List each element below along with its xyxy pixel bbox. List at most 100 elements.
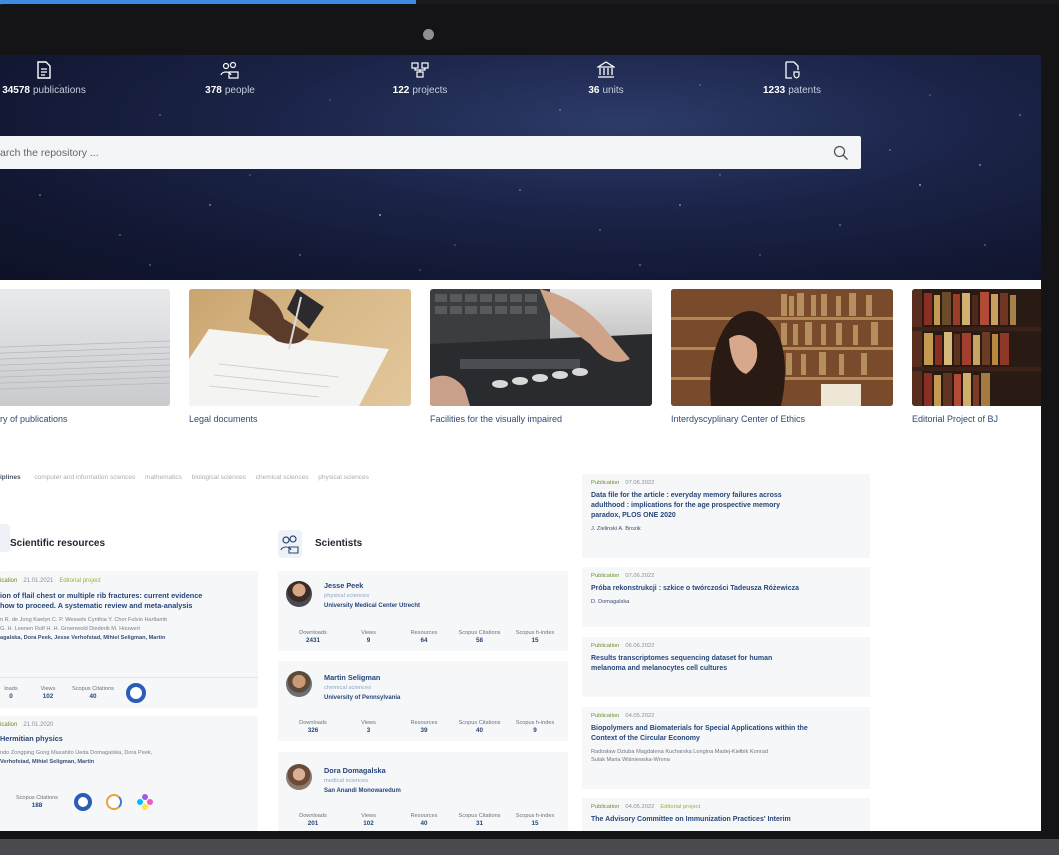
stat-value: 1233 <box>762 85 786 96</box>
scientist-name[interactable]: Dora Domagalska <box>324 766 386 775</box>
author-line: Verhofstad, Mihiel Seligman, Martin <box>0 758 152 767</box>
stat-downloads: Downloads 201 <box>299 813 327 827</box>
resource-title[interactable]: ion of flail chest or multiple rib fract… <box>0 591 202 611</box>
feed-item[interactable]: Publication 06.06.2022 Results transcript… <box>582 637 870 697</box>
stat-downloads: Downloads 2431 <box>299 630 327 644</box>
dimensions-badge-icon[interactable] <box>106 794 122 810</box>
stat-projects[interactable]: 122 projects <box>380 61 460 96</box>
stat-views: Views 102 <box>361 813 376 827</box>
document-icon <box>37 61 51 79</box>
feed-title[interactable]: Próba rekonstrukcji : szkice o twórczośc… <box>591 584 861 594</box>
stat-label: projects <box>412 85 448 96</box>
resource-tag: Editorial project <box>59 578 101 584</box>
scientist-card[interactable]: Dora Domagalska medical sciences San Ana… <box>278 752 568 831</box>
stat-scopus: Scopus Citations 40 <box>72 686 114 700</box>
stat-value: 34578 <box>2 85 30 96</box>
feed-meta: Publication 07.06.2022 <box>591 573 655 579</box>
resource-title[interactable]: Hermitian physics <box>0 734 63 744</box>
scientist-name[interactable]: Jesse Peek <box>324 581 363 590</box>
author-links[interactable]: agalska, Dora Peek, Jesse Verhofstad, Mi… <box>0 635 165 641</box>
braille-keyboard-image <box>430 289 652 406</box>
title-line: how to proceed. A systematic review and … <box>0 601 193 610</box>
stat-scopus-hindex: Scopus h-index 15 <box>515 630 555 644</box>
scientist-unit[interactable]: San Anandi Monowaredum <box>324 788 401 794</box>
search-input[interactable] <box>0 136 810 169</box>
plumx-badge-icon[interactable] <box>136 793 154 811</box>
webcam-dot <box>423 29 434 40</box>
altmetric-badge-icon[interactable] <box>74 793 92 811</box>
stat-patents[interactable]: 1233 patents <box>752 61 832 96</box>
stat-resources: Resources 39 <box>410 720 438 734</box>
projects-icon <box>411 62 429 78</box>
scientists-icon <box>278 530 302 558</box>
author-line: agalska, Dora Peek, Jesse Verhofstad, Mi… <box>0 634 167 643</box>
stats-bar: 34578 publications 378 people 122 projec… <box>0 55 1041 125</box>
feed-item[interactable]: Publication 07.06.2022 Data file for the … <box>582 474 870 558</box>
stat-scopus-citations: Scopus Citations 40 <box>458 720 501 734</box>
hero-banner: 34578 publications 378 people 122 projec… <box>0 55 1041 280</box>
scientists-title: Scientists <box>315 538 363 549</box>
scientist-discipline: chemical sciences <box>324 685 372 691</box>
resource-date: 21.01.2021 <box>23 578 54 584</box>
tile-legal-documents[interactable]: Legal documents <box>189 289 411 424</box>
stat-scopus-citations: Scopus Citations 31 <box>458 813 501 827</box>
tile-caption: Facilities for the visually impaired <box>430 414 563 424</box>
tile-publications[interactable]: ry of publications <box>0 289 170 424</box>
device-photo: 34578 publications 378 people 122 projec… <box>0 0 1059 855</box>
filter-mathematics[interactable]: mathematics <box>145 474 182 481</box>
stat-resources: Resources 40 <box>410 813 438 827</box>
resource-card[interactable]: ication 21.01.2021 Editorial project ion o… <box>0 571 258 708</box>
feed-item[interactable]: Publication 04.05.2022 Biopolymers and Bi… <box>582 707 870 789</box>
resource-card[interactable]: ication 21.01.2020 Hermitian physics ndo … <box>0 716 258 831</box>
author-links[interactable]: Verhofstad, Mihiel Seligman, Martin <box>0 759 94 765</box>
feed-item[interactable]: Publication 04.05.2022 Editorial project T… <box>582 798 870 831</box>
feed-item[interactable]: Publication 07.06.2022 Próba rekonstrukcj… <box>582 567 870 627</box>
feed-meta: Publication 07.06.2022 <box>591 480 655 486</box>
avatar <box>286 581 312 607</box>
scientist-unit[interactable]: University Medical Center Utrecht <box>324 603 420 609</box>
feed-authors[interactable]: J. Zielinski A. Brozik <box>591 525 861 533</box>
people-icon <box>280 535 299 554</box>
tile-editorial-project[interactable]: Editorial Project of BJ <box>912 289 1041 424</box>
tile-visually-impaired[interactable]: Facilities for the visually impaired <box>430 289 652 424</box>
tile-ethics-center[interactable]: Interdyscyplinary Center of Ethics <box>671 289 893 424</box>
stat-value: 378 <box>205 85 222 96</box>
stat-label: patents <box>788 85 822 96</box>
stat-value: 36 <box>588 85 600 96</box>
altmetric-badge-icon[interactable] <box>126 683 146 703</box>
scientist-name[interactable]: Martin Seligman <box>324 673 380 682</box>
stat-units[interactable]: 36 units <box>566 61 646 96</box>
stat-downloads: loads 0 <box>4 686 18 700</box>
feed-authors[interactable]: D. Domagalska <box>591 598 861 606</box>
resource-type: ication <box>0 722 18 728</box>
feed-title[interactable]: Results transcriptomes sequencing datase… <box>591 654 861 674</box>
filter-physical-sciences[interactable]: physical sciences <box>318 474 369 481</box>
stat-value: 122 <box>392 85 410 96</box>
avatar <box>286 764 312 790</box>
stat-people[interactable]: 378 people <box>190 61 270 96</box>
tile-image <box>671 289 893 406</box>
feed-title[interactable]: The Advisory Committee on Immunization P… <box>591 815 861 825</box>
filter-biological-sciences[interactable]: biological sciences <box>192 474 246 481</box>
feed-meta: Publication 06.06.2022 <box>591 643 655 649</box>
scientist-card[interactable]: Jesse Peek physical sciences University … <box>278 571 568 651</box>
tile-image <box>912 289 1041 406</box>
scientist-discipline: medical sciences <box>324 778 369 784</box>
feed-title[interactable]: Biopolymers and Biomaterials for Special… <box>591 724 861 744</box>
resource-authors: n R. de Jong Kaelyn C. P. Wessels Cynthi… <box>0 616 167 643</box>
resource-stats: loads 0 Views 102 Scopus Citations 40 <box>0 683 146 703</box>
scientist-discipline: physical sciences <box>324 593 370 599</box>
filter-chemical-sciences[interactable]: chemical sciences <box>256 474 309 481</box>
search-icon[interactable] <box>832 144 850 162</box>
resource-stats: Scopus Citations 188 <box>14 793 154 811</box>
scientist-card[interactable]: Martin Seligman chemical sciences Univer… <box>278 661 568 741</box>
author-line: ndo Zongping Gong Masahito Ueda Domagals… <box>0 750 153 756</box>
paper-stack-image <box>0 340 170 390</box>
filter-computer-science[interactable]: computer and information sciences <box>34 474 135 481</box>
bookshelf-image <box>912 289 1041 406</box>
avatar <box>286 671 312 697</box>
feed-title[interactable]: Data file for the article : everyday mem… <box>591 491 861 521</box>
stat-scopus-hindex: Scopus h-index 9 <box>515 720 555 734</box>
stat-publications[interactable]: 34578 publications <box>0 61 94 96</box>
scientist-unit[interactable]: University of Pennsylvania <box>324 695 400 701</box>
